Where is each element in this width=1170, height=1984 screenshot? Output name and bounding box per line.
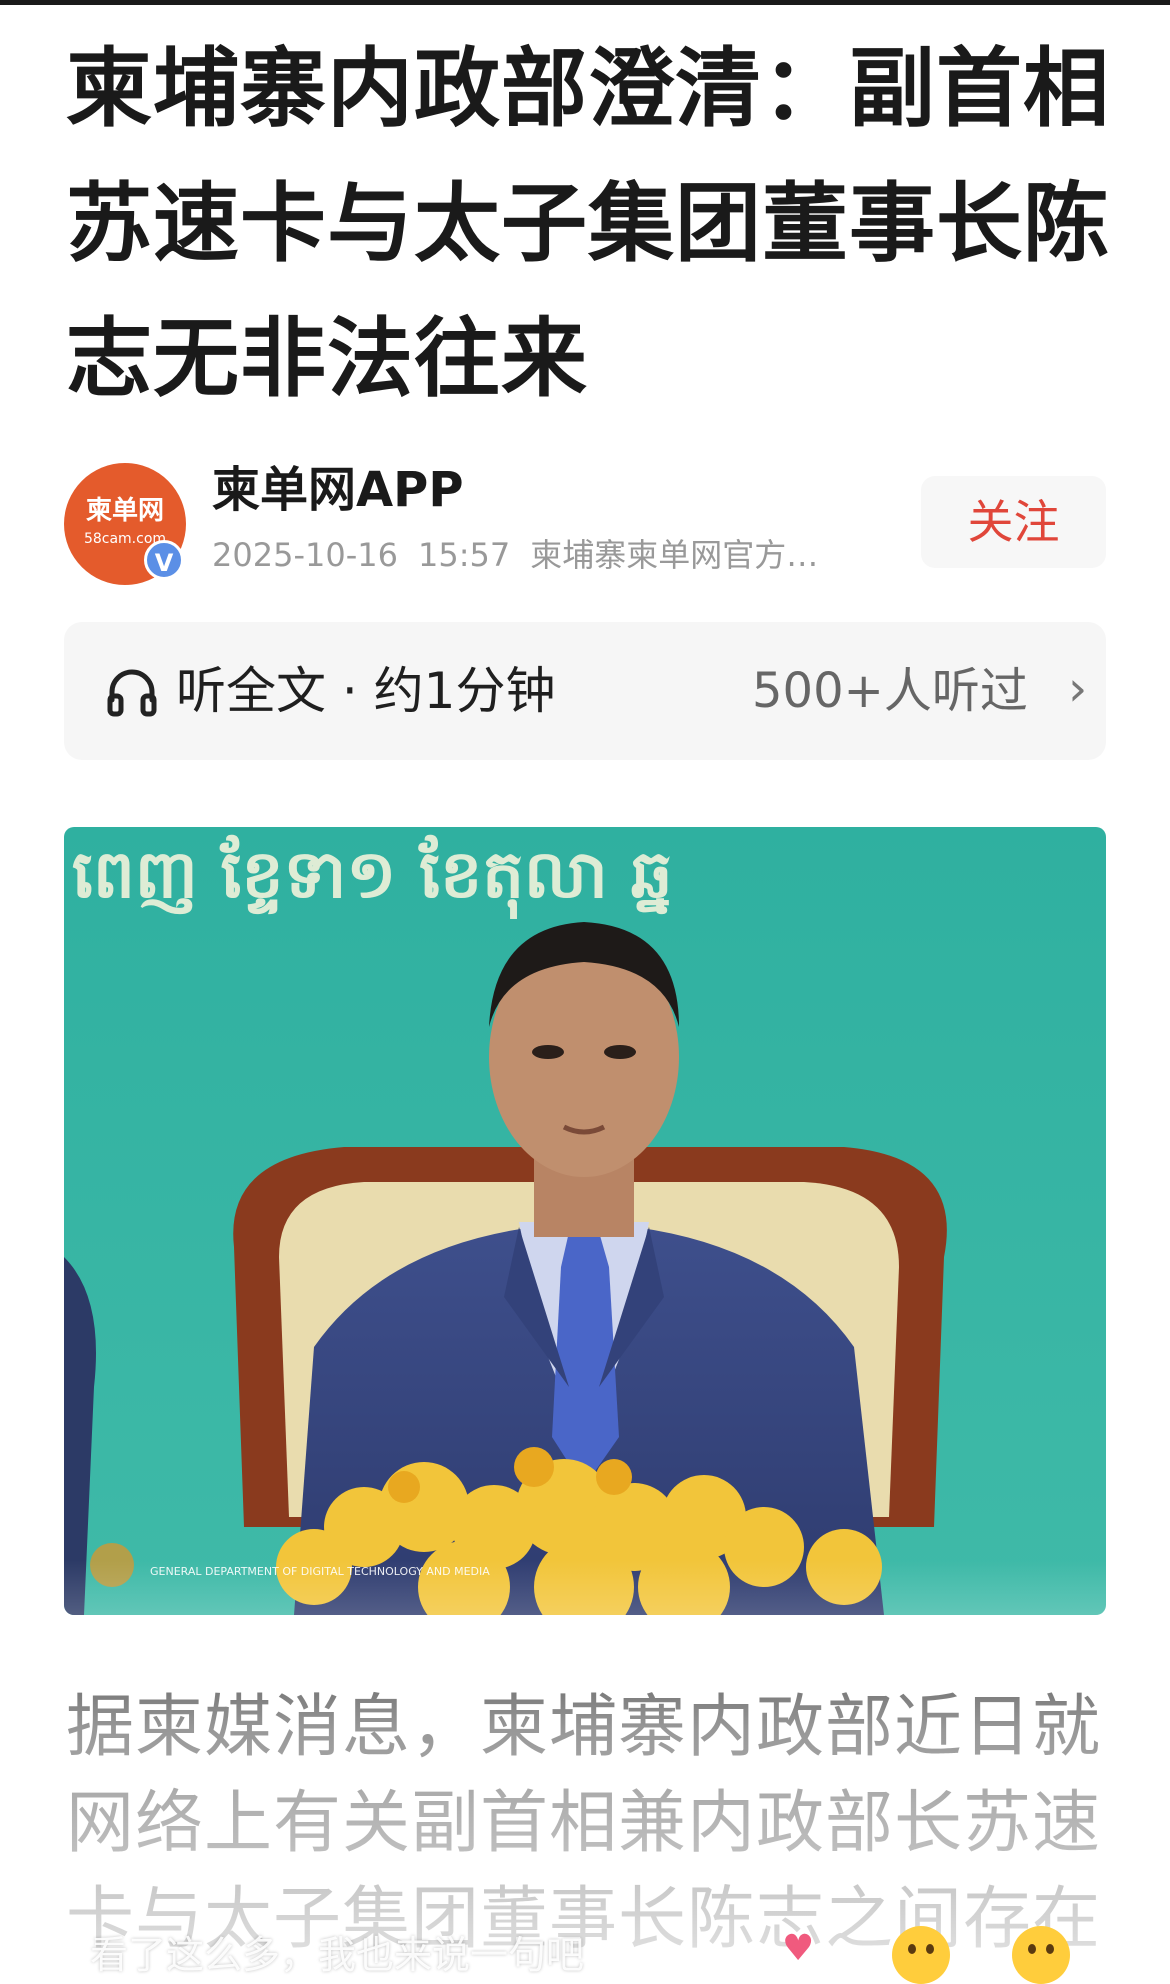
photo-banner-text: ពេញ ខ្ទែទា១ ខែតុលា ឆ្ន xyxy=(72,834,673,919)
author-meta: 2025-10-16 15:57 柬埔寨柬单网官方… xyxy=(212,534,892,576)
article-photo[interactable]: ពេញ ខ្ទែទា១ ខែតុលា ឆ្ន GENERAL DEPARTMEN… xyxy=(64,827,1106,1615)
heart-icon: ♥ xyxy=(782,1928,815,1969)
author-name[interactable]: 柬单网APP xyxy=(212,458,464,522)
publish-time: 15:57 xyxy=(417,536,511,574)
status-bar-edge xyxy=(0,0,1170,5)
floating-comment-text: 看了这么多，我也来说一句吧 xyxy=(90,1933,585,1977)
laughing-emoji-icon xyxy=(892,1926,950,1984)
avatar-logo-text: 柬单网 xyxy=(85,496,164,526)
headphones-icon xyxy=(107,669,157,717)
chevron-right-icon: › xyxy=(1068,661,1088,717)
listen-label: 听全文 · 约1分钟 xyxy=(176,662,556,720)
follow-button[interactable]: 关注 xyxy=(921,476,1106,568)
article-title: 柬埔寨内政部澄清：副首相苏速卡与太子集团董事长陈志无非法往来 xyxy=(66,39,1110,409)
publish-date: 2025-10-16 xyxy=(212,536,398,574)
listen-full-text-bar[interactable]: 听全文 · 约1分钟 500+人听过 › xyxy=(64,622,1106,760)
article-photo-illustration: ពេញ ខ្ទែទា១ ខែតុលា ឆ្ន GENERAL DEPARTMEN… xyxy=(64,827,1106,1615)
verified-badge-icon: V xyxy=(144,540,184,580)
laughing-emoji-icon xyxy=(1012,1926,1070,1984)
floating-comment-bar[interactable]: 看了这么多，我也来说一句吧 ♥ xyxy=(0,1918,1170,1984)
photo-caption: GENERAL DEPARTMENT OF DIGITAL TECHNOLOGY… xyxy=(150,1565,490,1578)
author-row: 柬单网 58cam.com V 柬单网APP 2025-10-16 15:57 柬埔… xyxy=(64,458,1106,586)
author-source: 柬埔寨柬单网官方… xyxy=(530,536,819,574)
listen-count: 500+人听过 xyxy=(752,663,1028,719)
